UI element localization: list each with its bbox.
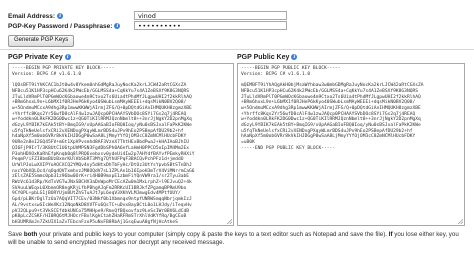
footer-note: Save both your private and public keys t…: [8, 231, 459, 246]
private-key-title: PGP Private Key i: [8, 54, 71, 61]
passphrase-label: PGP-Key Password / Passphrase: i: [8, 23, 121, 30]
public-key-textarea[interactable]: -----BEGIN PGP PUBLIC KEY BLOCK----- Ver…: [237, 63, 465, 226]
generate-keys-button[interactable]: Generate PGP Keys: [8, 35, 75, 47]
public-key-text: -----BEGIN PGP PUBLIC KEY BLOCK----- Ver…: [241, 66, 424, 151]
passphrase-field[interactable]: ••••••••••: [134, 21, 287, 30]
info-icon[interactable]: i: [114, 23, 121, 30]
private-key-textarea[interactable]: -----BEGIN PGP PRIVATE KEY BLOCK----- Ve…: [8, 63, 234, 226]
resize-grip-icon[interactable]: [458, 219, 463, 224]
public-key-title: PGP Public Key i: [237, 54, 298, 61]
email-field[interactable]: vinod: [134, 11, 287, 20]
private-key-text: -----BEGIN PGP PRIVATE KEY BLOCK----- Ve…: [12, 66, 195, 225]
info-icon[interactable]: i: [291, 54, 298, 61]
info-icon[interactable]: i: [57, 13, 64, 20]
email-label: Email Address: i: [8, 13, 64, 20]
footer-bold-both: both: [23, 231, 38, 238]
divider: [0, 49, 474, 50]
resize-grip-icon[interactable]: [227, 219, 232, 224]
info-icon[interactable]: i: [64, 54, 71, 61]
